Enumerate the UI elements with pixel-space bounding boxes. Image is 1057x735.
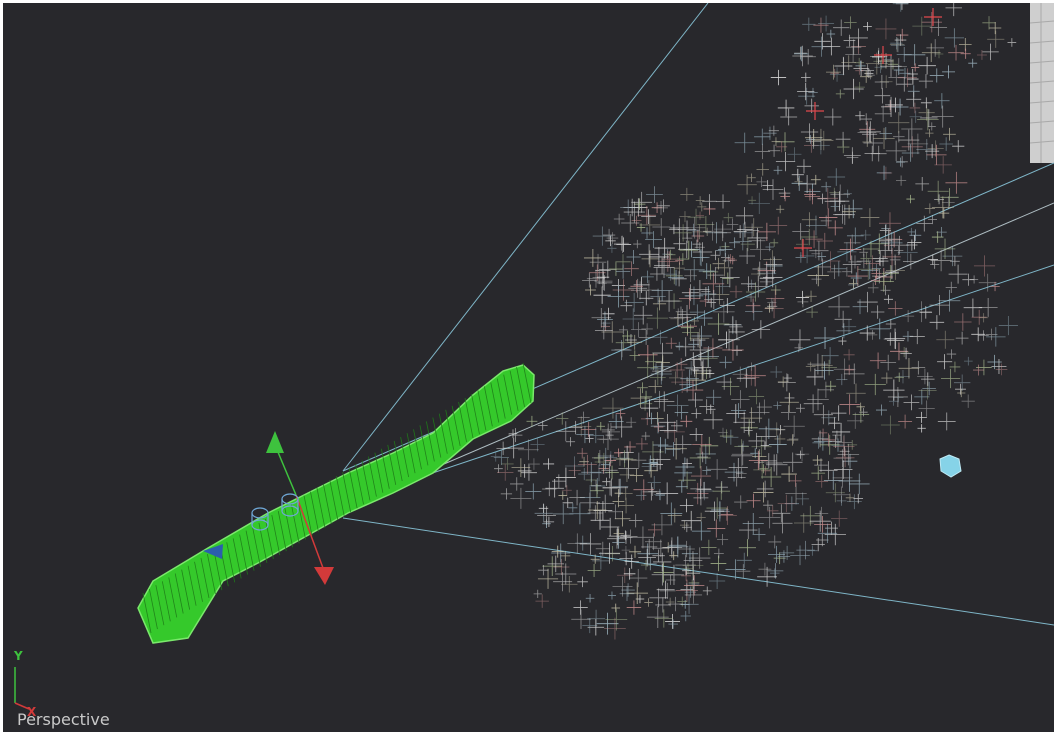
x-axis-handle[interactable] bbox=[314, 567, 334, 585]
axis-indicator bbox=[14, 667, 30, 710]
3d-viewport[interactable]: Y X Perspective bbox=[3, 3, 1054, 732]
background-plane[interactable] bbox=[1029, 3, 1054, 163]
scene-canvas[interactable] bbox=[3, 3, 1054, 732]
mesh-object[interactable] bbox=[137, 362, 535, 644]
point-cloud[interactable] bbox=[490, 3, 1018, 640]
camera-frustum-lines bbox=[342, 3, 1054, 626]
axis-y-label: Y bbox=[14, 649, 23, 663]
locator-cube[interactable] bbox=[939, 454, 962, 478]
view-label[interactable]: Perspective bbox=[17, 710, 110, 729]
y-axis-handle[interactable] bbox=[266, 431, 284, 453]
